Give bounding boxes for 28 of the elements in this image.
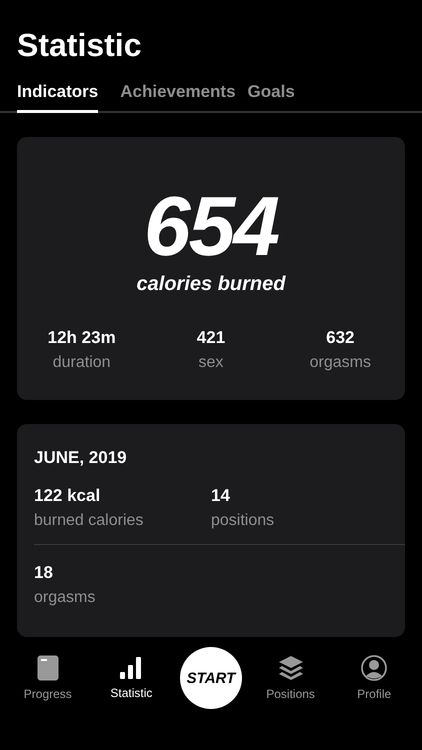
calories-caption: calories burned	[136, 273, 286, 296]
tab[interactable]: Goals	[248, 82, 295, 113]
tab[interactable]: Indicators	[17, 82, 98, 113]
page-title: Statistic	[17, 26, 142, 64]
stat-value: 14	[211, 486, 231, 506]
stat-value: 18	[34, 563, 54, 583]
stat-label: duration	[52, 354, 111, 372]
nav-tab[interactable]: Statistic	[96, 656, 166, 700]
nav-tab[interactable]: Profile	[339, 655, 410, 701]
stat-label: burned calories	[34, 512, 144, 530]
month-title: JUNE, 2019	[34, 448, 128, 468]
stat-label: orgasms	[310, 354, 371, 372]
stat-value: 632	[326, 328, 354, 348]
stat-value: 122 kcal	[34, 486, 102, 506]
bar-chart-icon	[119, 656, 144, 680]
stat-label: positions	[211, 512, 276, 530]
calories-value: 654	[144, 181, 278, 271]
layers-icon	[278, 655, 304, 681]
profile-icon	[361, 655, 388, 681]
start-button[interactable]: START	[180, 647, 242, 709]
tablet-icon	[36, 655, 59, 681]
nav-tab[interactable]: Positions	[256, 655, 326, 701]
stat-value: 421	[196, 328, 226, 348]
tab[interactable]: Achievements	[120, 82, 236, 113]
stat-label: orgasms	[34, 589, 96, 607]
stat-value: 12h 23m	[48, 328, 116, 348]
stat-label: sex	[198, 354, 224, 372]
nav-tab[interactable]: Progress	[12, 655, 83, 701]
